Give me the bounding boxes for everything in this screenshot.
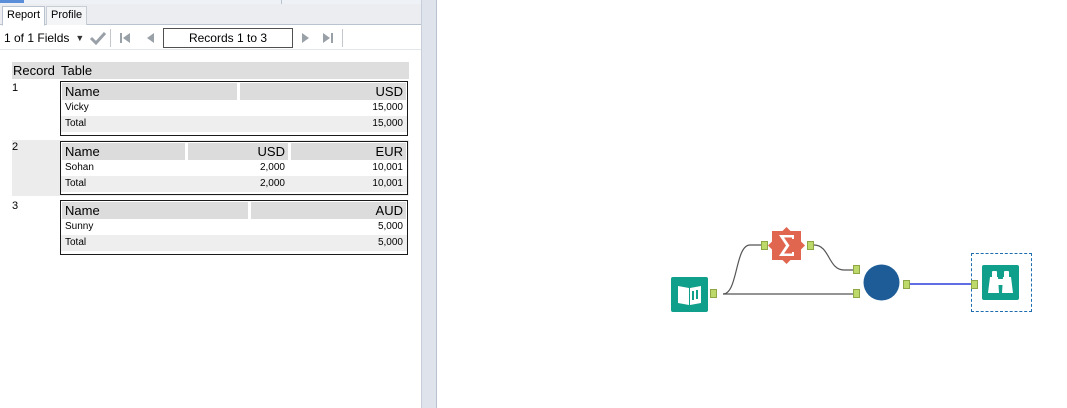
tab-strip: Report Profile [0,4,421,26]
table-row: Sohan 2,000 10,001 [61,160,407,176]
grid-header: Record Table [12,62,409,79]
table-cell: 5,000 [377,221,403,232]
table-header-row: Name AUD [61,201,407,219]
book-icon [671,277,708,312]
table-header-cell: EUR [291,143,406,160]
table-header-cell: USD [240,83,406,100]
table-cell: Sunny [65,221,94,232]
tab-report[interactable]: Report [2,6,46,26]
record-table[interactable]: Name AUD Sunny 5,000 Total 5,000 [60,200,408,255]
record-table[interactable]: Name USD EUR Sohan 2,000 10,001 Total 2,… [60,141,408,195]
workflow-canvas[interactable] [438,0,1067,408]
records-range-box[interactable]: Records 1 to 3 [163,28,293,48]
results-panel: Report Profile 1 of 1 Fields ▼ Records 1… [0,0,421,408]
table-row: Vicky 15,000 [61,100,407,116]
previous-record-icon[interactable] [142,30,158,46]
panel-splitter[interactable] [421,0,437,408]
circle-icon [863,264,900,301]
output-anchor[interactable] [807,241,814,250]
table-row: Sunny 5,000 [61,219,407,235]
sigma-icon [768,227,805,264]
join-tool[interactable] [863,264,900,301]
table-cell: Total [65,178,87,189]
results-toolbar: 1 of 1 Fields ▼ Records 1 to 3 [0,26,421,50]
record-table[interactable]: Name USD Vicky 15,000 Total 15,000 [60,81,408,136]
record-number: 1 [12,82,19,94]
table-row: Total 5,000 [61,235,407,251]
record-number: 2 [12,141,19,153]
browse-tool[interactable] [982,265,1019,300]
fields-dropdown[interactable]: 1 of 1 Fields ▼ [4,29,84,47]
toolbar-separator [110,29,111,47]
toolbar-separator [342,29,343,47]
output-anchor[interactable] [710,289,717,298]
table-header-cell: AUD [251,202,406,219]
table-header-cell: Name [62,202,248,219]
column-header-table: Table [61,63,93,78]
column-header-record: Record [13,63,55,78]
table-header-cell: USD [188,143,288,160]
table-cell: 10,001 [372,162,403,173]
active-indicator [0,0,24,3]
table-cell: Sohan [65,162,94,173]
table-cell: 5,000 [377,237,403,248]
next-record-icon[interactable] [298,30,314,46]
table-header-cell: Name [62,83,237,100]
table-cell: 10,001 [372,178,403,189]
fields-dropdown-label: 1 of 1 Fields [4,31,70,45]
output-anchor[interactable] [903,280,910,289]
table-header-cell: Name [62,143,185,160]
table-cell: Vicky [65,102,89,113]
table-cell: 2,000 [259,162,285,173]
chevron-down-icon: ▼ [75,33,85,43]
last-record-icon[interactable] [320,30,336,46]
table-cell: Total [65,118,87,129]
connections-layer [722,244,971,295]
record-number: 3 [12,200,19,212]
table-cell: 15,000 [372,102,403,113]
join-left-anchor[interactable] [853,265,860,274]
table-cell: 15,000 [372,118,403,129]
table-cell: 2,000 [259,178,285,189]
check-icon[interactable] [89,30,107,46]
first-record-icon[interactable] [117,30,133,46]
table-row: Total 2,000 10,001 [61,176,407,192]
table-header-row: Name USD EUR [61,142,407,160]
input-anchor[interactable] [971,280,978,289]
table-cell: Total [65,237,87,248]
input-data-tool[interactable] [671,277,708,312]
table-row: Total 15,000 [61,116,407,132]
binoculars-icon [982,265,1019,300]
input-anchor[interactable] [761,241,768,250]
table-header-row: Name USD [61,82,407,100]
join-right-anchor[interactable] [853,289,860,298]
summarize-tool[interactable] [768,227,805,264]
tab-profile[interactable]: Profile [46,6,88,25]
